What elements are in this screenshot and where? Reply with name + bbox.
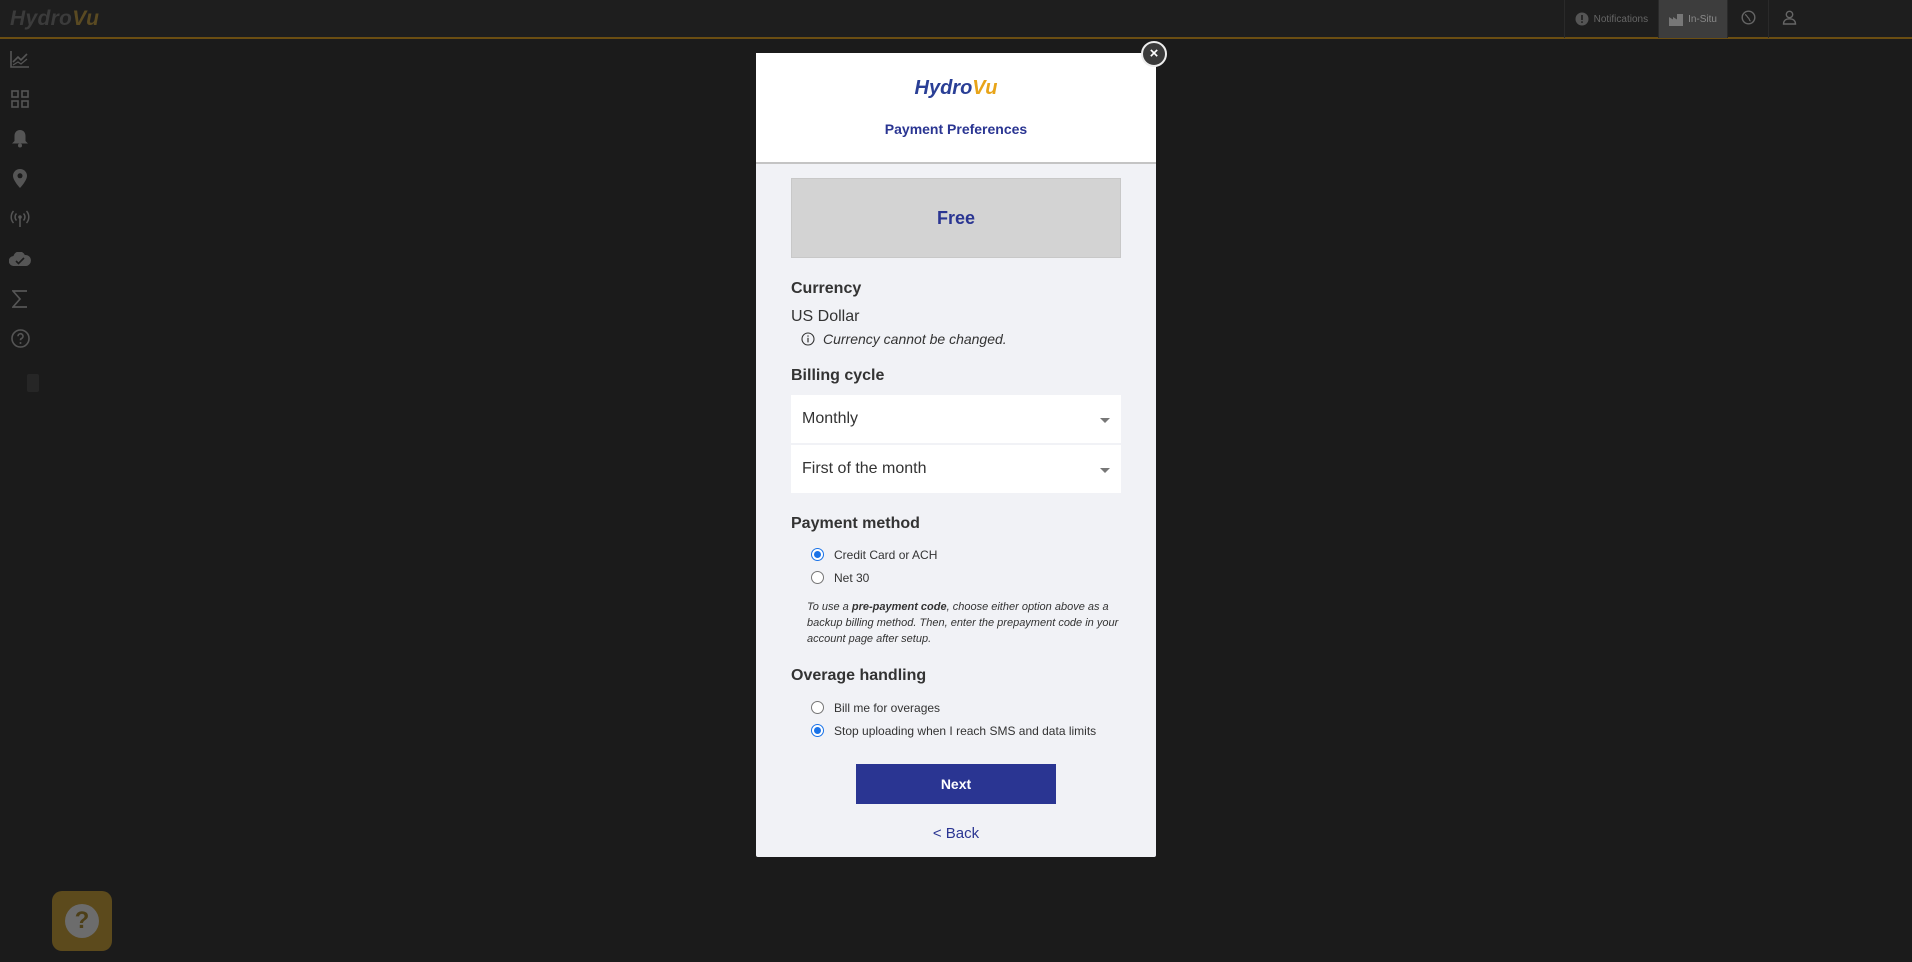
billing-cycle-label: Billing cycle xyxy=(791,367,885,384)
notifications-button[interactable]: Notifications xyxy=(1563,0,1658,38)
overage-handling-label: Overage handling xyxy=(791,667,927,684)
sigma-icon xyxy=(11,289,28,313)
currency-label: Currency xyxy=(791,280,862,297)
sidebar-item-alarms[interactable] xyxy=(0,121,40,161)
globe-icon xyxy=(1740,10,1756,28)
payment-option-label: Credit Card or ACH xyxy=(834,547,938,562)
organization-label: In-Situ xyxy=(1688,13,1717,25)
sidebar-item-telemetry[interactable] xyxy=(0,201,40,241)
billing-cycle-select[interactable]: Monthly xyxy=(791,395,1121,443)
radio-button[interactable] xyxy=(811,701,824,714)
modal-body: Free Currency US Dollar Currency cannot … xyxy=(756,164,1156,842)
notification-icon xyxy=(1575,12,1589,26)
prepayment-note-bold: pre-payment code xyxy=(851,601,947,613)
help-chat-button[interactable]: ? xyxy=(52,891,112,951)
prepayment-note-prefix: To use a xyxy=(807,601,852,613)
billing-cycle-selects: Monthly First of the month xyxy=(791,395,1121,493)
language-button[interactable] xyxy=(1727,0,1768,38)
plan-name: Free xyxy=(936,207,976,228)
currency-note: Currency cannot be changed. xyxy=(801,331,1121,347)
modal-logo-vu: Vu xyxy=(972,77,998,99)
notifications-label: Notifications xyxy=(1593,13,1649,25)
sidebar-item-dashboard[interactable] xyxy=(0,81,40,121)
account-button[interactable] xyxy=(1768,0,1809,38)
modal-header: HydroVu Payment Preferences xyxy=(756,53,1156,164)
app-logo-hydro: Hydro xyxy=(10,7,73,30)
antenna-icon xyxy=(10,210,30,233)
sidebar-collapse-handle[interactable] xyxy=(27,374,39,392)
prepayment-note: To use a pre-payment code, choose either… xyxy=(807,599,1121,647)
plan-name-box: Free xyxy=(791,178,1121,258)
chart-icon xyxy=(10,50,30,73)
sidebar-item-charts[interactable] xyxy=(0,41,40,81)
sidebar-item-locations[interactable] xyxy=(0,161,40,201)
payment-option-net30[interactable]: Net 30 xyxy=(811,566,1121,589)
user-icon xyxy=(1782,10,1797,28)
help-icon xyxy=(10,329,30,353)
app-logo-vu: Vu xyxy=(72,7,100,30)
billing-day-value: First of the month xyxy=(802,460,927,477)
currency-value: US Dollar xyxy=(791,308,860,325)
modal-logo-hydro: Hydro xyxy=(914,77,973,99)
billing-day-select[interactable]: First of the month xyxy=(791,445,1121,493)
payment-option-credit-card[interactable]: Credit Card or ACH xyxy=(811,543,1121,566)
close-icon: × xyxy=(1149,45,1159,62)
dashboard-icon xyxy=(11,89,29,113)
radio-button-checked[interactable] xyxy=(811,724,824,737)
payment-option-label: Net 30 xyxy=(834,570,870,585)
caret-down-icon xyxy=(1100,410,1110,428)
overage-option-bill[interactable]: Bill me for overages xyxy=(811,696,1121,719)
location-icon xyxy=(13,169,27,193)
payment-preferences-modal: HydroVu Payment Preferences Free Currenc… xyxy=(756,53,1156,857)
overage-options: Bill me for overages Stop uploading when… xyxy=(811,696,1121,742)
sidebar-item-data-services[interactable] xyxy=(0,241,40,281)
organization-button[interactable]: In-Situ xyxy=(1658,0,1727,38)
back-link[interactable]: < Back xyxy=(791,825,1121,842)
next-button[interactable]: Next xyxy=(856,764,1056,804)
currency-note-text: Currency cannot be changed. xyxy=(823,331,1007,347)
caret-down-icon xyxy=(1100,460,1110,478)
sidebar xyxy=(0,41,40,361)
payment-method-label: Payment method xyxy=(791,515,920,532)
question-icon: ? xyxy=(65,904,99,938)
info-icon xyxy=(801,332,815,346)
top-navigation-bar: HydroVu Notifications In-Situ xyxy=(0,0,1912,39)
overage-option-stop[interactable]: Stop uploading when I reach SMS and data… xyxy=(811,719,1121,742)
billing-cycle-value: Monthly xyxy=(802,410,859,427)
payment-method-options: Credit Card or ACH Net 30 xyxy=(811,543,1121,589)
modal-logo: HydroVu xyxy=(756,77,1156,100)
building-icon xyxy=(1669,13,1684,26)
close-modal-button[interactable]: × xyxy=(1141,41,1167,67)
app-logo[interactable]: HydroVu xyxy=(10,7,99,31)
cloud-icon xyxy=(8,250,31,271)
sidebar-item-calculations[interactable] xyxy=(0,281,40,321)
modal-title: Payment Preferences xyxy=(884,121,1028,137)
top-right-spacer xyxy=(1809,0,1912,39)
bell-icon xyxy=(11,129,29,153)
radio-button[interactable] xyxy=(811,571,824,584)
overage-option-label: Stop uploading when I reach SMS and data… xyxy=(834,723,1097,738)
sidebar-item-help[interactable] xyxy=(0,321,40,361)
top-right-menu: Notifications In-Situ xyxy=(1563,0,1912,39)
overage-option-label: Bill me for overages xyxy=(834,700,941,715)
radio-button-checked[interactable] xyxy=(811,548,824,561)
